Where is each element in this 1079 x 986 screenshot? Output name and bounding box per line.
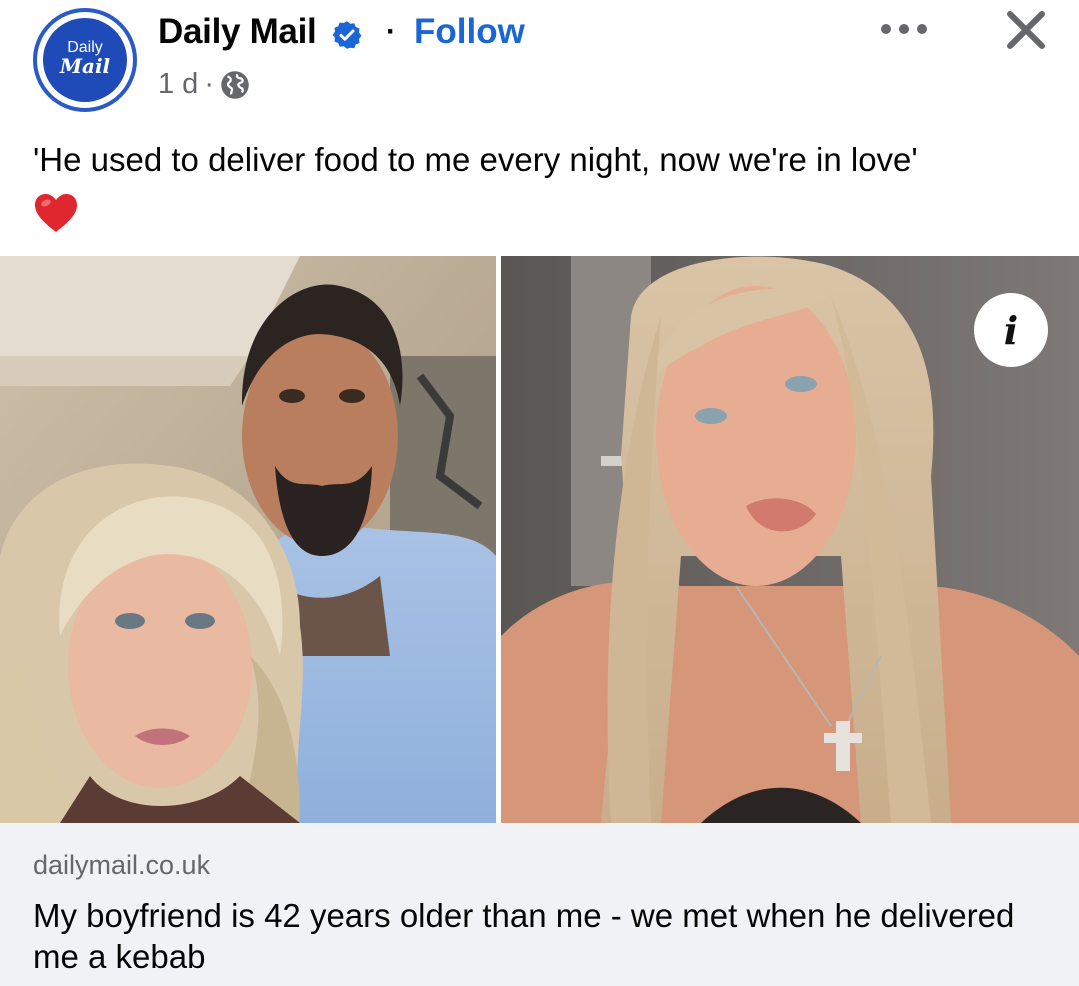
link-preview-card[interactable]: dailymail.co.uk My boyfriend is 42 years…: [0, 823, 1079, 986]
post-header: Daily Mail Daily Mail · Follow 1 d ·: [0, 0, 1079, 125]
post-photo-couple[interactable]: [0, 256, 496, 823]
page-avatar[interactable]: Daily Mail: [33, 8, 137, 112]
follow-button[interactable]: Follow: [414, 12, 525, 52]
globe-icon: [221, 70, 249, 99]
verified-badge-icon: [332, 21, 362, 49]
header-separator: ·: [386, 15, 396, 48]
link-domain: dailymail.co.uk: [33, 850, 211, 880]
post-caption: 'He used to deliver food to me every nig…: [33, 141, 918, 178]
couple-photo-image: [0, 256, 496, 823]
daily-mail-logo: Daily Mail: [43, 18, 127, 102]
logo-text-mail: Mail: [59, 54, 111, 78]
meta-separator: ·: [204, 68, 214, 100]
info-icon: i: [1003, 307, 1019, 353]
post-meta: 1 d ·: [158, 68, 250, 101]
info-button[interactable]: i: [974, 293, 1048, 367]
link-headline[interactable]: My boyfriend is 42 years older than me -…: [33, 895, 1043, 977]
post-timestamp[interactable]: 1 d: [158, 68, 198, 101]
close-icon[interactable]: [1004, 8, 1048, 52]
more-options-icon[interactable]: [877, 14, 931, 44]
page-name[interactable]: Daily Mail: [158, 12, 317, 52]
red-heart-emoji: [35, 194, 77, 232]
